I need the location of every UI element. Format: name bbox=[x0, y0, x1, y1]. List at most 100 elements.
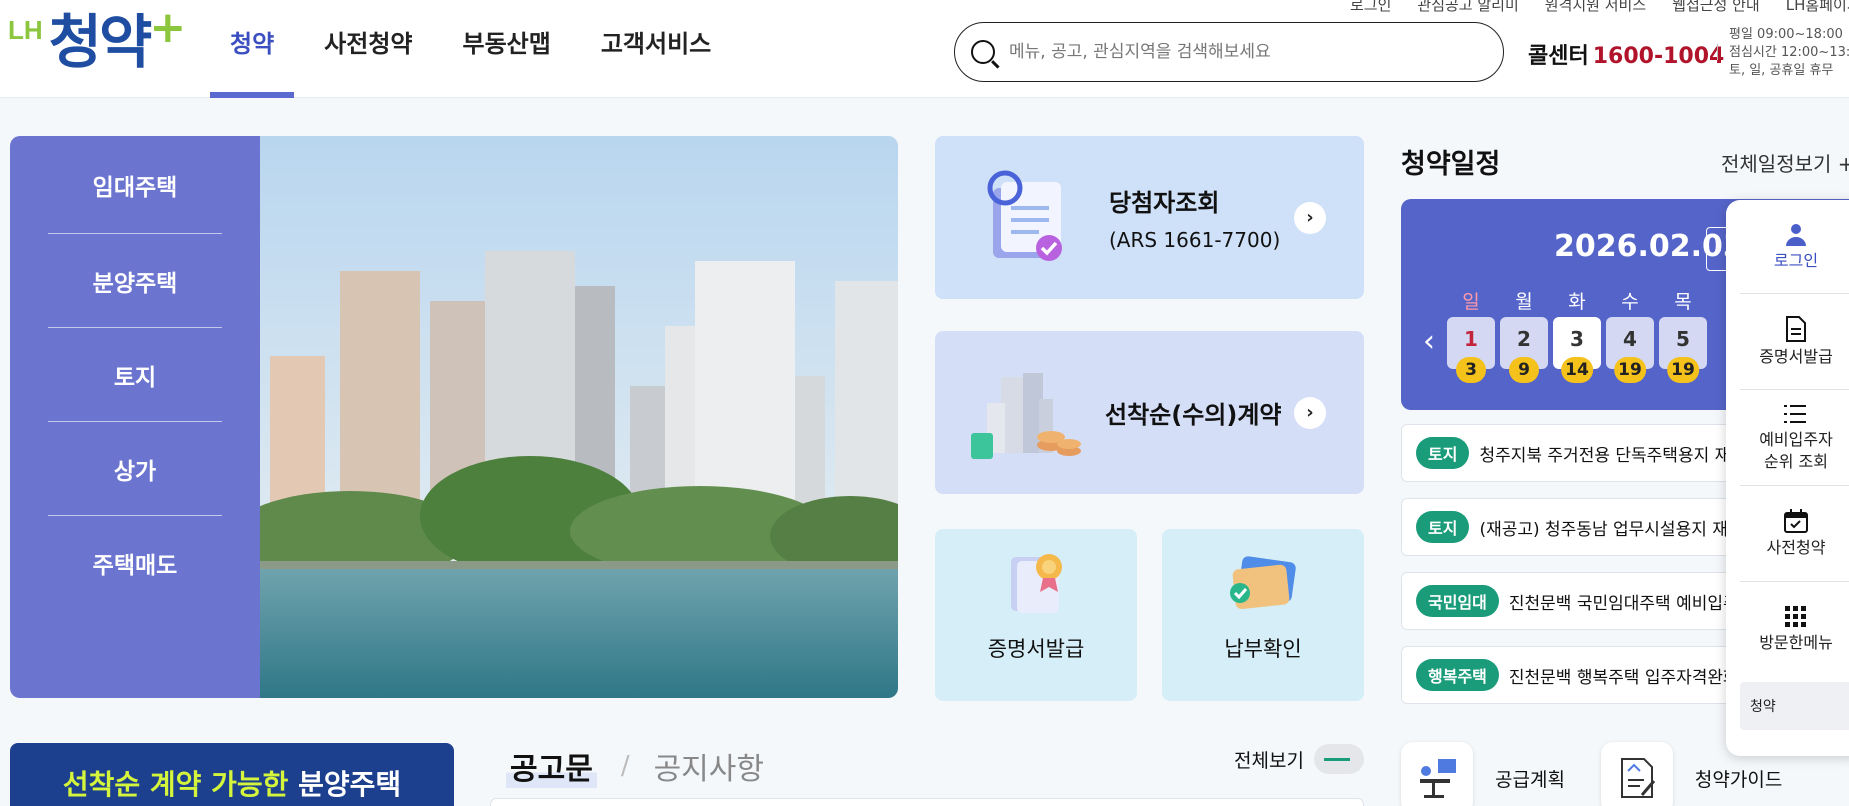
grid-icon bbox=[1785, 606, 1806, 627]
first-come-sale-banner[interactable]: 선착순 계약 가능한 분양주택 bbox=[10, 743, 454, 806]
lh-logo[interactable]: LH 청약 + bbox=[8, 6, 186, 77]
quick-menu: 로그인 증명서발급 예비입주자 순위 조회 사전청약 방문한메뉴 청약 bbox=[1726, 200, 1849, 756]
category-badge: 국민임대 bbox=[1416, 585, 1499, 617]
nav-customer-service[interactable]: 고객서비스 bbox=[581, 0, 731, 98]
calendar-day-selected[interactable]: 3 14 bbox=[1553, 317, 1601, 383]
header: LH 청약 + 청약 사전청약 부동산맵 고객서비스 로그인 관심공고 알리미 … bbox=[0, 0, 1849, 98]
winner-card-title: 당첨자조회 bbox=[1109, 189, 1220, 217]
winner-check-card[interactable]: 당첨자조회 (ARS 1661-7700) › bbox=[935, 136, 1364, 299]
schedule-view-all-link[interactable]: 전체일정보기 + bbox=[1721, 148, 1849, 177]
util-login[interactable]: 로그인 bbox=[1350, 0, 1391, 15]
util-alert[interactable]: 관심공고 알리미 bbox=[1417, 0, 1518, 15]
logo-prefix: LH bbox=[8, 15, 43, 45]
hours-weekday: 평일 09:00~18:00 bbox=[1729, 27, 1843, 42]
chevron-right-icon[interactable]: › bbox=[1294, 396, 1326, 429]
main-nav: 청약 사전청약 부동산맵 고객서비스 bbox=[210, 0, 741, 98]
search-icon[interactable] bbox=[971, 40, 995, 64]
menu-sale-housing[interactable]: 분양주택 bbox=[48, 234, 222, 328]
nav-cheongyak[interactable]: 청약 bbox=[210, 0, 295, 98]
user-icon bbox=[1786, 223, 1806, 246]
search-box[interactable] bbox=[954, 22, 1504, 82]
first-come-card-title: 선착순(수의)계약 bbox=[1105, 401, 1282, 429]
winner-card-text: 당첨자조회 (ARS 1661-7700) bbox=[1109, 183, 1280, 252]
menu-land[interactable]: 토지 bbox=[48, 328, 222, 422]
day-row: 13 29 3 14 4 19 5 19 bbox=[1447, 317, 1707, 383]
calendar-day[interactable]: 29 bbox=[1500, 317, 1548, 383]
weekday-label: 수 bbox=[1621, 291, 1639, 313]
quick-waiting-rank-label: 예비입주자 순위 조회 bbox=[1759, 429, 1833, 471]
weekday-label: 월 bbox=[1515, 291, 1533, 313]
quick-certificate[interactable]: 증명서발급 bbox=[1740, 294, 1849, 390]
apartment-illustration bbox=[260, 136, 898, 698]
notice-title: (재공고) 청주동남 업무시설용지 재공고 bbox=[1479, 519, 1760, 540]
housing-type-menu: 임대주택 분양주택 토지 상가 주택매도 bbox=[10, 136, 260, 698]
day-count-badge: 3 bbox=[1456, 357, 1486, 383]
announcement-list bbox=[490, 798, 1364, 806]
subscription-guide-label: 청약가이드 bbox=[1694, 768, 1783, 791]
hours-holiday: 토, 일, 공휴일 휴무 bbox=[1729, 63, 1834, 78]
category-badge: 토지 bbox=[1416, 511, 1470, 543]
nav-real-estate-map[interactable]: 부동산맵 bbox=[443, 0, 571, 98]
category-badge: 행복주택 bbox=[1416, 659, 1499, 691]
calendar-check-icon bbox=[1784, 508, 1808, 533]
day-count-badge: 14 bbox=[1561, 357, 1593, 383]
recent-menu-item[interactable]: 청약 bbox=[1740, 682, 1849, 730]
notice-tabs: 공고문 / 공지사항 bbox=[506, 744, 764, 788]
day-count-badge: 9 bbox=[1509, 357, 1539, 383]
certificate-icon bbox=[1011, 554, 1062, 613]
category-badge: 토지 bbox=[1416, 437, 1470, 469]
calendar-day[interactable]: 13 bbox=[1447, 317, 1495, 383]
quick-visited-menu-label: 방문한메뉴 bbox=[1759, 633, 1833, 652]
callcenter-label: 콜센터 bbox=[1528, 44, 1589, 69]
quick-login[interactable]: 로그인 bbox=[1740, 200, 1849, 294]
first-come-contract-card[interactable]: 선착순(수의)계약 › bbox=[935, 331, 1364, 494]
quick-visited-menu[interactable]: 방문한메뉴 bbox=[1740, 582, 1849, 678]
util-accessibility[interactable]: 웹접근성 안내 bbox=[1672, 0, 1760, 15]
menu-rental-housing[interactable]: 임대주택 bbox=[48, 136, 222, 234]
menu-house-sale[interactable]: 주택매도 bbox=[48, 516, 222, 610]
tab-notice[interactable]: 공지사항 bbox=[654, 744, 764, 788]
calendar-prev-button[interactable]: ‹ bbox=[1423, 327, 1435, 357]
quick-login-label: 로그인 bbox=[1773, 250, 1819, 270]
logo-name: 청약 bbox=[48, 8, 153, 76]
certificate-card-title: 증명서발급 bbox=[987, 637, 1085, 661]
notice-view-all-label: 전체보기 bbox=[1234, 749, 1304, 772]
plus-icon: + bbox=[1837, 152, 1849, 176]
utility-links: 로그인 관심공고 알리미 원격지원 서비스 웹접근성 안내 LH홈페이지 bbox=[1350, 0, 1849, 15]
util-lh-home[interactable]: LH홈페이지 bbox=[1786, 0, 1849, 15]
nav-pre-subscription[interactable]: 사전청약 bbox=[304, 0, 432, 98]
hero-apartment-image bbox=[260, 136, 898, 698]
supply-plan-link[interactable]: 공급계획 bbox=[1401, 742, 1565, 806]
callcenter-number: 1600-1004 bbox=[1592, 44, 1725, 69]
chevron-right-icon[interactable]: › bbox=[1294, 201, 1326, 234]
quick-pre-subscription-label: 사전청약 bbox=[1766, 537, 1826, 557]
quick-waiting-rank[interactable]: 예비입주자 순위 조회 bbox=[1740, 390, 1849, 486]
certificate-card[interactable]: 증명서발급 bbox=[935, 529, 1137, 701]
hours-lunch: 점심시간 12:00~13:00 bbox=[1729, 45, 1849, 60]
calendar-day[interactable]: 4 19 bbox=[1606, 317, 1654, 383]
banner-text: 선착순 계약 가능한 분양주택 bbox=[10, 763, 454, 803]
notice-view-all[interactable]: 전체보기 bbox=[1234, 744, 1364, 774]
building-coins-icon bbox=[971, 372, 1081, 459]
operating-hours: 평일 09:00~18:00 점심시간 12:00~13:00 토, 일, 공휴… bbox=[1729, 26, 1849, 80]
payment-card-title: 납부확인 bbox=[1224, 637, 1302, 661]
payment-check-card[interactable]: 납부확인 bbox=[1162, 529, 1364, 701]
tab-announcement[interactable]: 공고문 bbox=[506, 744, 597, 788]
subscription-guide-link[interactable]: 청약가이드 bbox=[1600, 742, 1783, 806]
banner-housing: 분양주택 bbox=[298, 768, 402, 801]
weekday-label: 일 bbox=[1462, 291, 1480, 313]
util-remote[interactable]: 원격지원 서비스 bbox=[1545, 0, 1646, 15]
menu-commercial[interactable]: 상가 bbox=[48, 422, 222, 516]
quick-certificate-label: 증명서발급 bbox=[1759, 346, 1833, 366]
quick-pre-subscription[interactable]: 사전청약 bbox=[1740, 486, 1849, 582]
search-input[interactable] bbox=[1009, 42, 1469, 62]
calendar-day[interactable]: 5 19 bbox=[1659, 317, 1707, 383]
weekday-label: 화 bbox=[1568, 291, 1586, 313]
banner-highlight: 선착순 계약 가능한 bbox=[62, 768, 289, 801]
list-icon bbox=[1784, 404, 1806, 423]
view-all-toggle-icon bbox=[1313, 744, 1364, 774]
weekday-row: 일 월 화 수 목 bbox=[1447, 287, 1707, 314]
callcenter: 콜센터 1600-1004 bbox=[1528, 38, 1724, 70]
schedule-title: 청약일정 bbox=[1401, 149, 1501, 180]
supply-plan-label: 공급계획 bbox=[1495, 768, 1565, 791]
